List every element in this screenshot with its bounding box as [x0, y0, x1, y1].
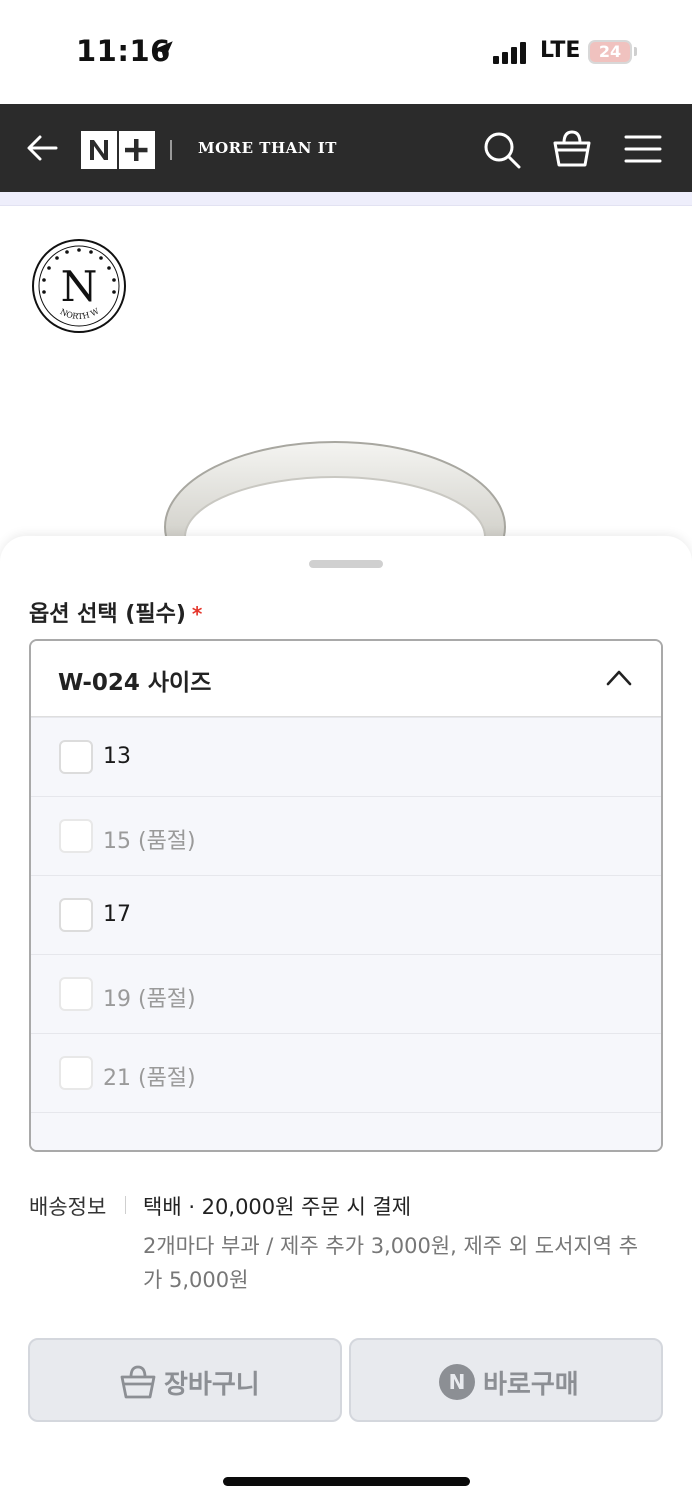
battery-cap — [634, 47, 637, 56]
top-navbar: MORE THAN IT — [0, 104, 692, 192]
shopping-basket-icon[interactable] — [552, 128, 592, 170]
battery-level: 24 — [598, 42, 622, 61]
brand-divider — [170, 140, 172, 160]
status-bar: 11:16 LTE 24 — [0, 0, 692, 104]
buy-now-button[interactable]: N 바로구매 — [349, 1338, 663, 1422]
option-label: 15 (품절) — [103, 829, 196, 854]
option-row-partial — [31, 699, 661, 718]
product-area: N NORTH WORKS — [0, 207, 692, 547]
product-ring-image — [164, 441, 506, 547]
shopping-basket-icon — [120, 1365, 156, 1399]
brand-tagline: MORE THAN IT — [198, 139, 337, 157]
option-row[interactable]: 17 — [31, 876, 661, 955]
brand-logo[interactable] — [81, 131, 155, 169]
option-label: 17 — [103, 902, 131, 927]
option-checkbox[interactable] — [59, 977, 93, 1011]
network-type: LTE — [540, 38, 581, 63]
add-to-cart-button[interactable]: 장바구니 — [28, 1338, 342, 1422]
store-logo-letter: N — [61, 262, 98, 311]
option-select-label-text: 옵션 선택 (필수) — [29, 602, 186, 627]
sheet-drag-handle[interactable] — [309, 560, 383, 568]
naver-pay-icon: N — [439, 1364, 475, 1400]
option-checkbox[interactable] — [59, 1056, 93, 1090]
option-label: 19 (품절) — [103, 987, 196, 1012]
search-icon[interactable] — [482, 130, 522, 170]
store-logo[interactable]: N NORTH WORKS — [30, 237, 128, 335]
back-arrow-icon[interactable] — [24, 130, 60, 166]
option-row[interactable]: 15 (품절) — [31, 797, 661, 876]
shipping-info-label: 배송정보 — [29, 1195, 107, 1219]
svg-text:N: N — [449, 1370, 466, 1394]
divider-strip — [0, 192, 692, 206]
option-list: 13 15 (품절) 17 19 (품절) 21 (품절) — [31, 717, 661, 1150]
option-bottom-sheet: 옵션 선택 (필수) * W-024 사이즈 13 15 (품절) 17 19 … — [0, 536, 692, 1500]
shipping-fee-note: 2개마다 부과 / 제주 추가 3,000원, 제주 외 도서지역 추가 5,0… — [143, 1234, 639, 1292]
option-label: 21 (품절) — [103, 1066, 196, 1091]
home-indicator[interactable] — [223, 1477, 470, 1486]
option-label: 13 — [103, 744, 131, 769]
shipping-divider — [125, 1196, 126, 1214]
option-checkbox[interactable] — [59, 898, 93, 932]
required-mark: * — [191, 602, 203, 626]
shipping-method: 택배 · 20,000원 주문 시 결제 — [143, 1195, 412, 1219]
option-dropdown: W-024 사이즈 13 15 (품절) 17 19 (품절) 21 (품절) — [29, 639, 663, 1152]
signal-icon — [493, 40, 527, 64]
selected-option-name: W-024 사이즈 — [58, 670, 212, 696]
hamburger-menu-icon[interactable] — [624, 132, 662, 166]
chevron-up-icon[interactable] — [605, 667, 633, 687]
add-to-cart-label: 장바구니 — [164, 1370, 260, 1400]
option-row[interactable]: 19 (품절) — [31, 955, 661, 1034]
option-row[interactable]: 21 (품절) — [31, 1034, 661, 1113]
option-checkbox[interactable] — [59, 819, 93, 853]
option-select-label: 옵션 선택 (필수) * — [29, 596, 202, 628]
location-arrow-icon — [153, 41, 173, 61]
option-checkbox[interactable] — [59, 740, 93, 774]
buy-now-label: 바로구매 — [483, 1370, 579, 1400]
battery-icon: 24 — [588, 40, 632, 64]
option-row[interactable]: 13 — [31, 718, 661, 797]
